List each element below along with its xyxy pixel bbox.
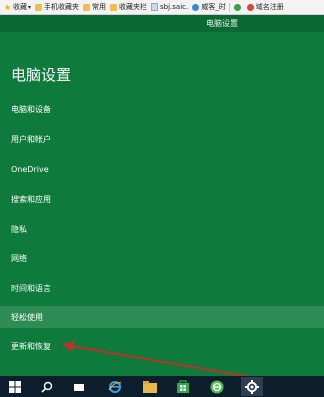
settings-item-time-and-language[interactable]: 时间和语言 <box>0 277 324 299</box>
search-icon <box>41 381 53 393</box>
chevron-down-icon: ▾ <box>28 3 32 11</box>
start-button[interactable] <box>4 377 26 396</box>
browser-button[interactable] <box>206 377 228 396</box>
page-title: 电脑设置 <box>11 66 72 84</box>
bookmark-common[interactable]: 常用 <box>83 2 106 12</box>
green-circle-icon <box>233 3 241 11</box>
settings-item-search-and-apps[interactable]: 搜索和应用 <box>0 188 324 210</box>
task-view-button[interactable] <box>68 377 90 396</box>
search-button[interactable] <box>36 377 58 396</box>
bookmark-weike[interactable]: 威客_时 <box>192 2 226 12</box>
folder-icon <box>110 3 118 11</box>
settings-item-onedrive[interactable]: OneDrive <box>0 158 324 180</box>
settings-item-pc-and-devices[interactable]: 电脑和设备 <box>0 98 324 120</box>
bookmark-favorites-bar[interactable]: 收藏夹栏 <box>110 2 147 12</box>
settings-item-accounts[interactable]: 用户和帐户 <box>0 128 324 150</box>
internet-explorer-icon <box>108 380 122 393</box>
windows-start-icon <box>9 380 21 393</box>
window-title: 电脑设置 <box>206 19 238 28</box>
page-icon <box>151 3 159 11</box>
task-view-icon <box>74 383 84 391</box>
separator <box>228 2 230 12</box>
taskbar <box>0 376 324 397</box>
bookmark-domain-register[interactable]: 域名注册 <box>246 2 284 12</box>
web-icon <box>192 3 200 11</box>
bookmark-label: 收藏 <box>13 3 27 11</box>
bookmark-favorites[interactable]: ★ 收藏 ▾ <box>4 2 31 12</box>
folder-icon <box>35 3 43 11</box>
folder-icon <box>83 3 91 11</box>
settings-gear-icon <box>245 379 259 394</box>
window-title-bar: 电脑设置 <box>0 15 324 32</box>
settings-item-update-and-recovery[interactable]: 更新和恢复 <box>0 335 324 357</box>
settings-taskbar-button[interactable] <box>241 377 263 396</box>
bookmark-label: sbj.saic. <box>160 3 189 11</box>
red-circle-icon <box>246 3 254 11</box>
bookmark-label: 手机收藏夹 <box>44 3 80 11</box>
store-icon <box>177 380 189 393</box>
bookmark-mobile-favorites[interactable]: 手机收藏夹 <box>35 2 79 12</box>
bookmark-label: 常用 <box>92 3 107 11</box>
settings-item-privacy[interactable]: 隐私 <box>0 218 324 240</box>
internet-explorer-button[interactable] <box>104 377 126 396</box>
browser-icon <box>210 380 224 393</box>
settings-item-network[interactable]: 网络 <box>0 247 324 269</box>
star-icon: ★ <box>4 2 12 12</box>
bookmark-green[interactable] <box>233 3 243 11</box>
bookmarks-bar: ★ 收藏 ▾ 手机收藏夹 常用 收藏夹栏 sbj.saic. 威客_时 域名注册 <box>0 0 324 15</box>
store-button[interactable] <box>172 377 194 396</box>
file-explorer-icon <box>143 380 157 393</box>
file-explorer-button[interactable] <box>139 377 161 396</box>
bookmark-label: 收藏夹栏 <box>119 3 148 11</box>
bookmark-label: 威客_时 <box>201 3 226 11</box>
bookmark-label: 域名注册 <box>255 3 284 11</box>
settings-pane: 电脑设置 电脑和设备 用户和帐户 OneDrive 搜索和应用 隐私 网络 时间… <box>0 32 324 376</box>
settings-item-ease-of-access[interactable]: 轻松使用 <box>0 306 324 328</box>
bookmark-sbj[interactable]: sbj.saic. <box>151 3 188 11</box>
